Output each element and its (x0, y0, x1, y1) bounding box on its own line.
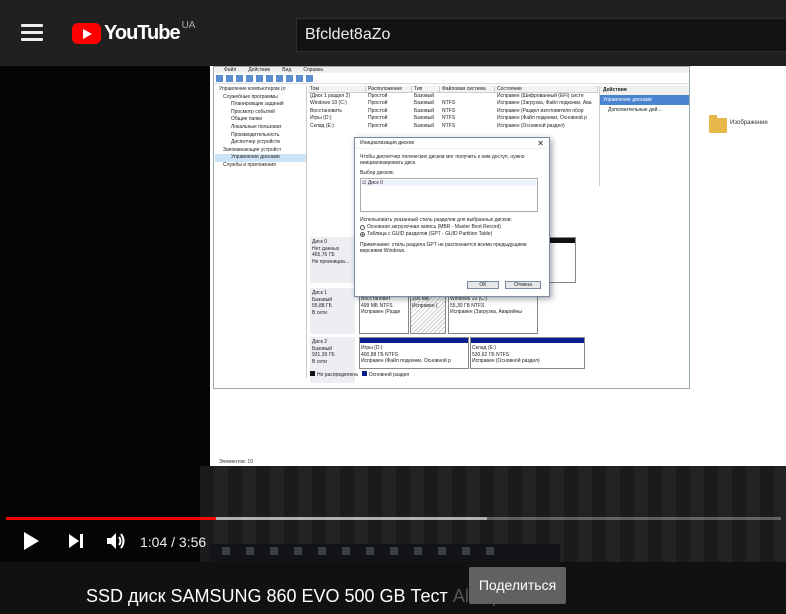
dialog-note: Примечание: стиль раздела GPT не распозн… (360, 242, 527, 254)
video-player[interactable]: Изображение Элементов: 10 Файл Действие … (0, 66, 786, 562)
tree-item[interactable]: Планировщик заданий (215, 101, 306, 109)
dm-menu-help[interactable]: Справка (303, 67, 323, 73)
disk2-name: Диск 2 (312, 339, 328, 345)
volume-icon[interactable] (104, 529, 128, 553)
disk2-part-storage[interactable]: Склад (E:) 530,62 ГБ NTFS Исправен (Основн… (470, 337, 585, 369)
tool-icon[interactable] (236, 75, 243, 82)
tree-item[interactable]: Диспетчер устройств (215, 139, 306, 147)
disk0-name: Диск 0 (312, 239, 328, 245)
tree-item[interactable]: Управление компьютером (л (215, 86, 306, 94)
tool-icon[interactable] (246, 75, 253, 82)
logo-word: YouTube (104, 22, 181, 44)
dialog-select-label: Выбор дисков: (360, 170, 395, 176)
disk1-type: Базовый (312, 296, 333, 303)
volume-row[interactable]: Восстановить Простой Базовый NTFS Исправен (… (308, 108, 598, 115)
youtube-play-icon (72, 23, 101, 44)
volume-row[interactable]: Игры (D:) Простой Базовый NTFS Исправен (Фай… (308, 115, 598, 122)
tree-item[interactable]: Локальные пользоват (215, 124, 306, 132)
disk2-type: Базовый (312, 345, 333, 352)
play-icon[interactable] (20, 529, 42, 553)
radio-gpt[interactable]: Таблица с GUID разделов (GPT - GUID Part… (360, 231, 544, 237)
next-icon[interactable] (66, 531, 86, 551)
initialize-disk-dialog: Инициализация дисков ✕ Чтобы диспетчер л… (354, 137, 550, 297)
disk1-label[interactable]: Диск 1 Базовый 55,88 ГБ В сети (310, 288, 355, 334)
disk1-name: Диск 1 (312, 290, 328, 296)
folder-icon (709, 115, 727, 133)
tree-item[interactable]: Запоминающие устройст (215, 147, 306, 155)
actions-more[interactable]: Дополнительные дей... (600, 105, 689, 114)
disk0-label[interactable]: Диск 0 Нет данных 465,76 ГБ Не проинициа… (310, 237, 355, 283)
tool-icon[interactable] (296, 75, 303, 82)
tool-icon[interactable] (276, 75, 283, 82)
radio-mbr[interactable]: Основная загрузочная запись (MBR - Maste… (360, 224, 544, 230)
dm-menu-view[interactable]: Вид (282, 67, 291, 73)
forward-icon[interactable] (226, 75, 233, 82)
disk0-type: Нет данных (312, 245, 340, 252)
youtube-topbar: YouTube UA Bfcldet8aZo (0, 0, 786, 66)
tree-item[interactable]: Производительность (215, 132, 306, 140)
volume-row[interactable]: (Диск 1 раздел 2) Простой Базовый Исправен … (308, 93, 598, 100)
time-display: 1:04 / 3:56 (140, 534, 207, 550)
disk0-size: 465,76 ГБ (312, 252, 335, 259)
folder-label: Изображение (730, 120, 768, 126)
search-input[interactable]: Bfcldet8aZo (296, 18, 786, 52)
col-status[interactable]: Состояние (495, 86, 598, 92)
ok-button[interactable]: OK (467, 281, 499, 289)
tree-item-selected[interactable]: Управление дисками (215, 154, 306, 162)
taskbar-icons (222, 547, 494, 555)
volume-row[interactable]: Склад (E:) Простой Базовый NTFS Исправен (Ос… (308, 123, 598, 130)
legend-unallocated: Не распределена (310, 371, 358, 378)
disk-listbox[interactable]: ☑ Диск 0 (360, 178, 538, 212)
legend-primary: Основной раздел (361, 371, 409, 378)
youtube-logo[interactable]: YouTube UA (72, 20, 196, 45)
col-type[interactable]: Тип (412, 86, 440, 92)
tree-item[interactable]: Просмотр событий (215, 109, 306, 117)
dialog-title: Инициализация дисков (355, 138, 549, 149)
tree-item[interactable]: Служебные программы (215, 94, 306, 102)
disk2-status: В сети (312, 358, 327, 365)
disk2-size: 931,39 ГБ (312, 352, 335, 359)
country-code: UA (181, 20, 196, 31)
disk-legend: Не распределена Основной раздел (310, 371, 409, 378)
disk1-size: 55,88 ГБ (312, 303, 332, 310)
actions-selected[interactable]: Управление дисками (600, 95, 689, 105)
tool-icon[interactable] (266, 75, 273, 82)
back-icon[interactable] (216, 75, 223, 82)
col-volume[interactable]: Том (308, 86, 366, 92)
actions-pane: Действия Управление дисками Дополнительн… (599, 86, 689, 186)
dm-tree: Управление компьютером (л Служебные прог… (215, 86, 307, 378)
disk1-status: В сети (312, 309, 327, 316)
dialog-body: Чтобы диспетчер логических дисков мог по… (355, 149, 549, 259)
disk-list-item[interactable]: ☑ Диск 0 (362, 180, 536, 186)
share-tooltip[interactable]: Поделиться (469, 567, 566, 604)
tool-icon[interactable] (256, 75, 263, 82)
actions-header: Действия (600, 86, 689, 95)
tree-item[interactable]: Общие папки (215, 116, 306, 124)
disk2-part-games[interactable]: Игры (D:) 400,88 ГБ NTFS Исправен (Файл по… (359, 337, 469, 369)
tool-icon[interactable] (286, 75, 293, 82)
col-layout[interactable]: Расположение (366, 86, 412, 92)
col-fs[interactable]: Файловая система (440, 86, 495, 92)
disk0-status: Не проинициа... (312, 258, 350, 265)
close-icon[interactable]: ✕ (537, 139, 544, 148)
dialog-style-label: Использовать указанный стиль разделов дл… (360, 217, 512, 223)
volume-row[interactable]: Windows 10 (C:) Простой Базовый NTFS Исправе… (308, 100, 598, 107)
volume-columns: Том Расположение Тип Файловая система Со… (308, 86, 598, 93)
tree-item[interactable]: Службы и приложения (215, 162, 306, 170)
status-elements: Элементов: 10 (219, 459, 254, 465)
dm-toolbar (214, 73, 689, 84)
progress-played (6, 517, 217, 520)
dm-menu-action[interactable]: Действие (248, 67, 270, 73)
video-dark-left (0, 66, 210, 562)
dialog-desc: Чтобы диспетчер логических дисков мог по… (360, 154, 525, 166)
cancel-button[interactable]: Отмена (505, 281, 541, 289)
progress-bar[interactable] (6, 517, 781, 520)
tool-icon[interactable] (306, 75, 313, 82)
menu-icon[interactable] (21, 24, 43, 42)
dm-menu-file[interactable]: Файл (224, 67, 236, 73)
